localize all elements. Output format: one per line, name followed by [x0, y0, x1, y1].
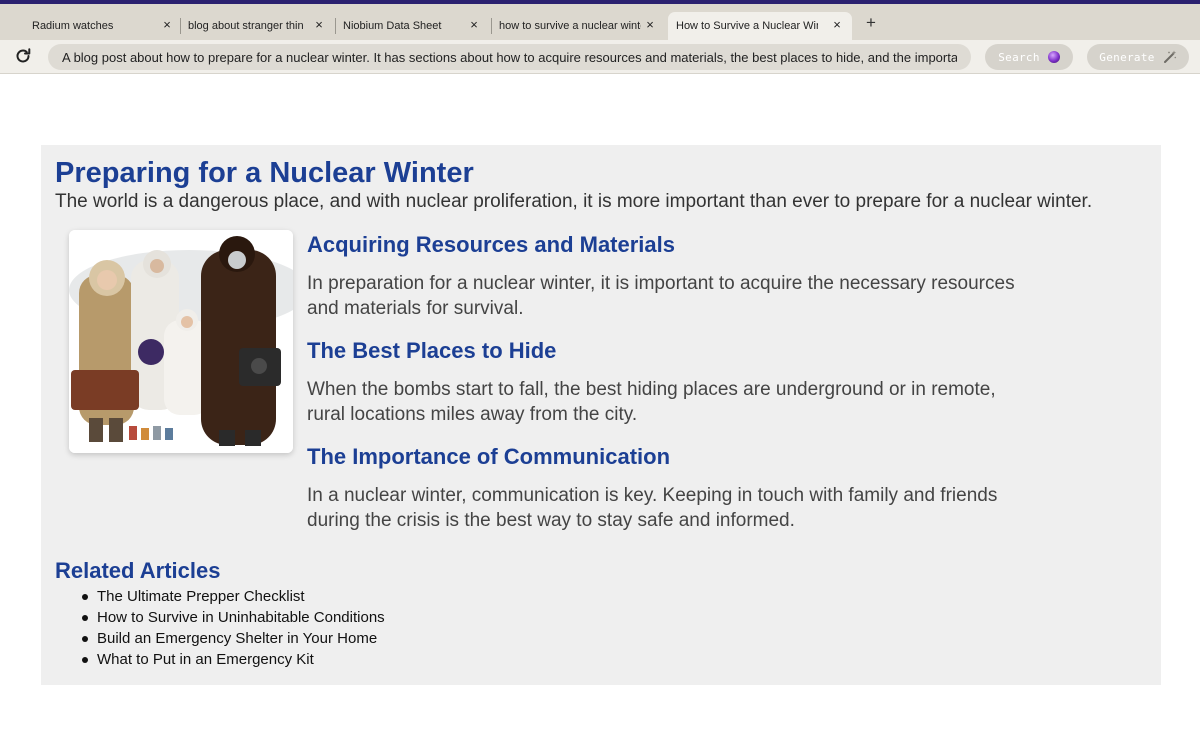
- intro-paragraph: The world is a dangerous place, and with…: [55, 191, 1093, 212]
- related-article-item[interactable]: How to Survive in Uninhabitable Conditio…: [82, 607, 385, 628]
- tab-label: how to survive a nuclear winter: [499, 20, 641, 32]
- related-article-item[interactable]: The Ultimate Prepper Checklist: [82, 586, 385, 607]
- new-tab-button[interactable]: +: [862, 14, 880, 32]
- tab-stranger-things[interactable]: blog about stranger things ×: [182, 12, 334, 40]
- generate-button[interactable]: Generate: [1087, 44, 1189, 70]
- tab-separator: [335, 18, 336, 34]
- search-button-label: Search: [998, 50, 1040, 64]
- crystal-ball-icon: [1047, 51, 1060, 63]
- browser-toolbar: A blog post about how to prepare for a n…: [0, 40, 1200, 74]
- prompt-address-bar[interactable]: A blog post about how to prepare for a n…: [48, 44, 971, 70]
- blog-article: Preparing for a Nuclear Winter The world…: [41, 145, 1161, 685]
- tab-survive-nuclear-winter[interactable]: how to survive a nuclear winter ×: [493, 12, 665, 40]
- close-icon[interactable]: ×: [312, 18, 326, 32]
- family-in-fur-coats-image: [69, 230, 293, 453]
- address-text: A blog post about how to prepare for a n…: [62, 49, 957, 65]
- tab-how-to-survive-active[interactable]: How to Survive a Nuclear Winter ×: [668, 12, 852, 40]
- tab-radium-watches[interactable]: Radium watches ×: [20, 12, 182, 40]
- tab-label: blog about stranger things: [188, 20, 304, 32]
- tab-bar: Radium watches × blog about stranger thi…: [0, 4, 1200, 40]
- section-body: In a nuclear winter, communication is ke…: [307, 485, 998, 531]
- family-winter-photo: [69, 230, 293, 453]
- related-article-item[interactable]: What to Put in an Emergency Kit: [82, 649, 385, 670]
- close-icon[interactable]: ×: [830, 18, 844, 32]
- related-articles-heading: Related Articles: [55, 558, 221, 583]
- related-articles-list: The Ultimate Prepper Checklist How to Su…: [82, 586, 385, 670]
- close-icon[interactable]: ×: [160, 18, 174, 32]
- tab-label: Niobium Data Sheet: [343, 20, 442, 32]
- reload-icon[interactable]: [13, 46, 33, 66]
- close-icon[interactable]: ×: [643, 18, 657, 32]
- magic-wand-icon: [1163, 50, 1176, 63]
- close-icon[interactable]: ×: [467, 18, 481, 32]
- search-button[interactable]: Search: [985, 44, 1073, 70]
- section-heading: Acquiring Resources and Materials: [307, 232, 675, 257]
- generate-button-label: Generate: [1099, 50, 1155, 64]
- tab-label: How to Survive a Nuclear Winter: [676, 20, 818, 32]
- tab-label: Radium watches: [32, 20, 114, 32]
- section-heading: The Importance of Communication: [307, 444, 671, 469]
- tab-niobium-data-sheet[interactable]: Niobium Data Sheet ×: [337, 12, 489, 40]
- section-body: In preparation for a nuclear winter, it …: [307, 273, 1015, 319]
- article-sections: Acquiring Resources and Materials In pre…: [307, 230, 1027, 548]
- section-body: When the bombs start to fall, the best h…: [307, 379, 996, 425]
- tab-separator: [180, 18, 181, 34]
- page-title: Preparing for a Nuclear Winter: [55, 157, 474, 189]
- section-heading: The Best Places to Hide: [307, 338, 557, 363]
- tab-separator: [491, 18, 492, 34]
- related-article-item[interactable]: Build an Emergency Shelter in Your Home: [82, 628, 385, 649]
